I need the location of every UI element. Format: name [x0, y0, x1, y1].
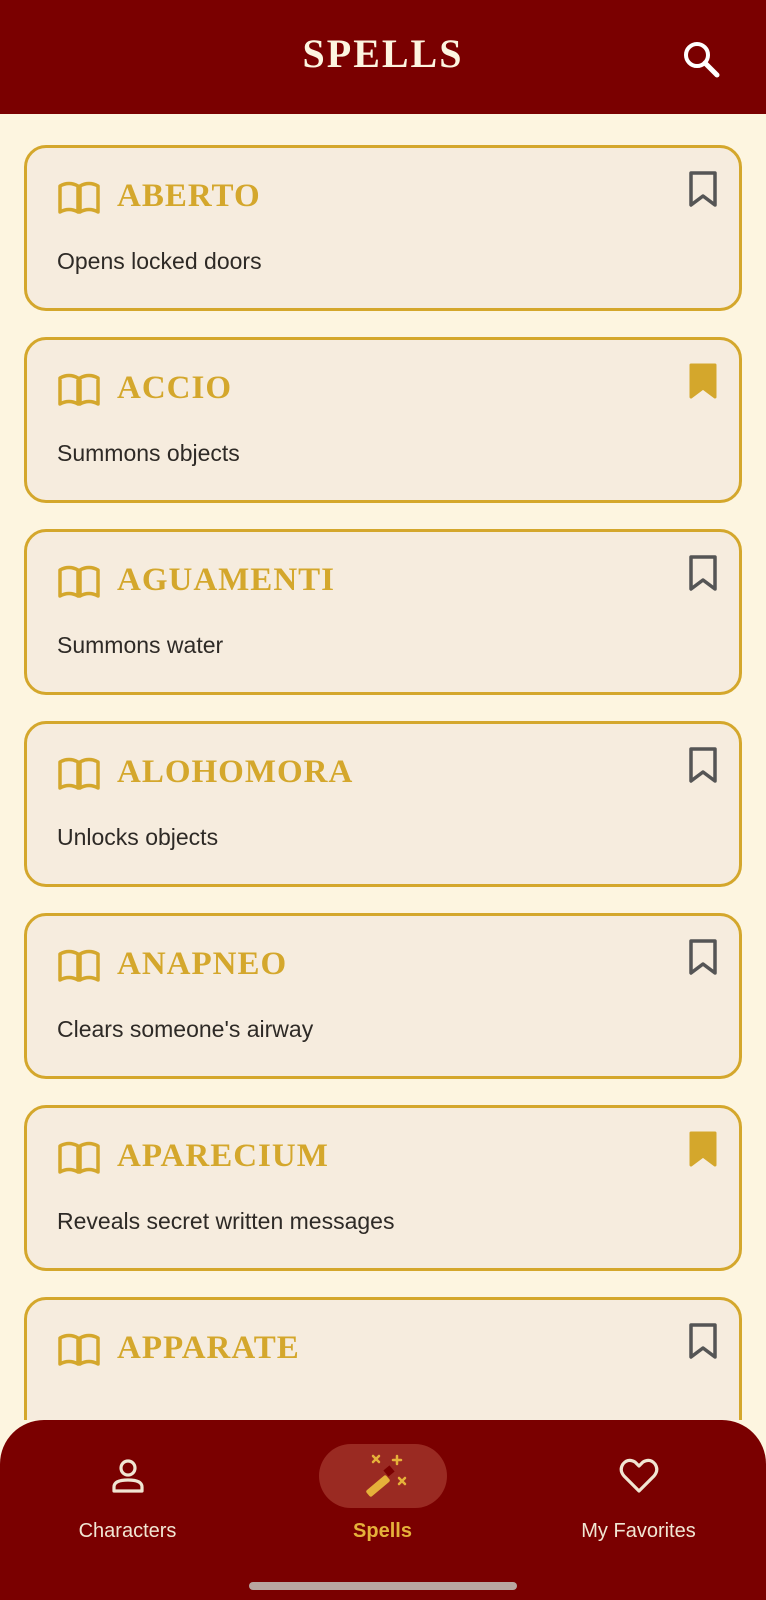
spell-name: ACCIO — [117, 370, 233, 406]
spell-list[interactable]: ABERTO Opens locked doors ACCIO Summons … — [0, 114, 766, 1420]
bookmark-filled-icon — [689, 1131, 717, 1167]
bookmark-filled-icon — [689, 363, 717, 399]
home-indicator — [249, 1582, 517, 1590]
bookmark-button[interactable] — [685, 552, 721, 594]
active-indicator — [318, 1444, 447, 1508]
spell-description: Summons objects — [57, 440, 240, 466]
spell-name: APPARATE — [117, 1330, 300, 1366]
spell-card[interactable]: APPARATE — [24, 1297, 742, 1420]
spell-name: AGUAMENTI — [117, 562, 336, 598]
heart-icon — [619, 1458, 658, 1493]
bottom-navigation: Characters Spells My Favorites — [0, 1420, 766, 1600]
open-book-icon — [58, 565, 100, 598]
spell-name: ABERTO — [117, 178, 261, 214]
nav-label: Spells — [353, 1520, 412, 1542]
open-book-icon — [58, 373, 100, 406]
spell-card[interactable]: APARECIUM Reveals secret written message… — [24, 1105, 742, 1271]
page-title: SPELLS — [302, 31, 464, 76]
bookmark-outline-icon — [689, 171, 717, 207]
person-icon — [111, 1459, 144, 1493]
bookmark-button[interactable] — [685, 1128, 721, 1170]
spell-description: Summons water — [57, 632, 224, 658]
search-icon — [684, 42, 720, 78]
bookmark-outline-icon — [689, 939, 717, 975]
bookmark-outline-icon — [689, 747, 717, 783]
spell-description: Opens locked doors — [57, 248, 262, 274]
open-book-icon — [58, 757, 100, 790]
bookmark-outline-icon — [689, 555, 717, 591]
nav-item-spells[interactable]: Spells — [255, 1420, 510, 1570]
spell-card[interactable]: ABERTO Opens locked doors — [24, 145, 742, 311]
search-button[interactable] — [676, 34, 726, 84]
bookmark-button[interactable] — [685, 1320, 721, 1362]
spell-description: Reveals secret written messages — [57, 1208, 395, 1234]
open-book-icon — [58, 1333, 100, 1366]
app-bar: SPELLS — [0, 0, 766, 114]
bookmark-button[interactable] — [685, 360, 721, 402]
bookmark-button[interactable] — [685, 168, 721, 210]
spell-description: Clears someone's airway — [57, 1016, 314, 1042]
open-book-icon — [58, 1141, 100, 1174]
spell-name: ANAPNEO — [117, 946, 288, 982]
nav-label: Characters — [78, 1520, 177, 1542]
magic-wand-icon — [365, 1454, 406, 1497]
open-book-icon — [58, 949, 100, 982]
spell-description: Unlocks objects — [57, 824, 219, 850]
bookmark-outline-icon — [689, 1323, 717, 1359]
nav-label: My Favorites — [581, 1520, 696, 1542]
spell-card[interactable]: ACCIO Summons objects — [24, 337, 742, 503]
spell-card[interactable]: ANAPNEO Clears someone's airway — [24, 913, 742, 1079]
spell-name: ALOHOMORA — [117, 754, 354, 790]
spell-card[interactable]: AGUAMENTI Summons water — [24, 529, 742, 695]
nav-item-characters[interactable]: Characters — [0, 1420, 255, 1570]
bookmark-button[interactable] — [685, 744, 721, 786]
open-book-icon — [58, 181, 100, 214]
nav-item-my-favorites[interactable]: My Favorites — [511, 1420, 766, 1570]
spell-card[interactable]: ALOHOMORA Unlocks objects — [24, 721, 742, 887]
spell-name: APARECIUM — [117, 1138, 329, 1174]
bookmark-button[interactable] — [685, 936, 721, 978]
